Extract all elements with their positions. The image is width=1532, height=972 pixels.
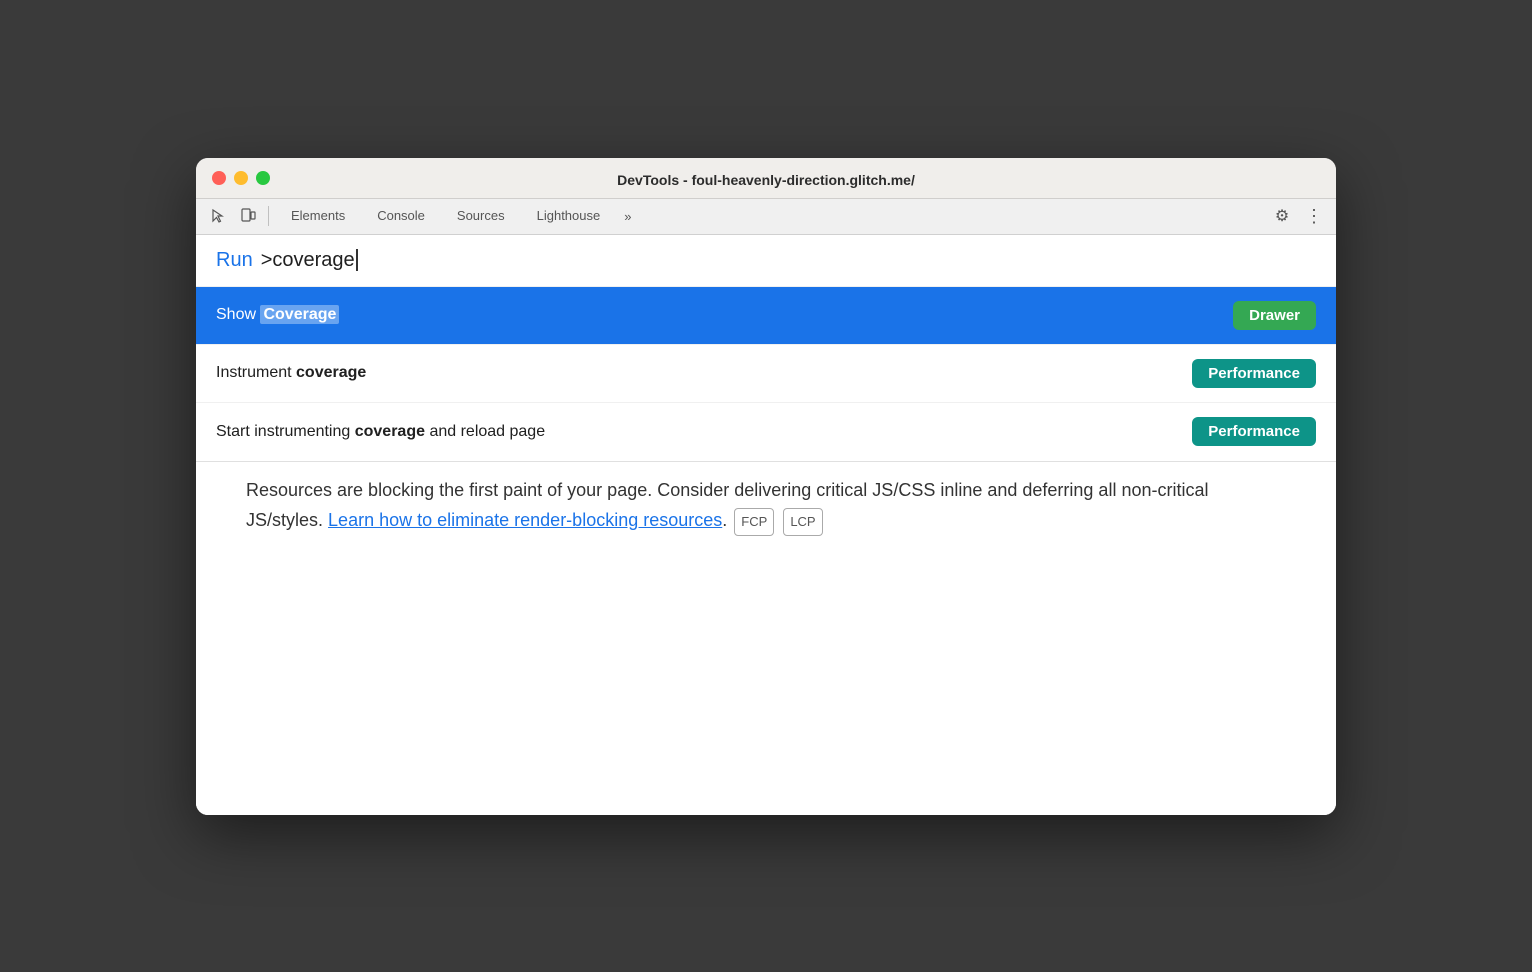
tag-lcp: LCP bbox=[783, 508, 822, 536]
suggestion-instrument-coverage[interactable]: Instrument coverage Performance bbox=[196, 345, 1336, 403]
title-bar: DevTools - foul-heavenly-direction.glitc… bbox=[196, 158, 1336, 199]
more-tabs-button[interactable]: » bbox=[616, 209, 639, 224]
command-input-row[interactable]: Run >coverage bbox=[196, 235, 1336, 287]
link-suffix: . bbox=[722, 510, 727, 530]
suggestion-text-show-coverage: Show Coverage bbox=[216, 306, 339, 324]
toolbar-divider bbox=[268, 206, 269, 226]
suggestion-highlight-3: coverage bbox=[355, 423, 425, 440]
command-input-value: >coverage bbox=[261, 249, 355, 271]
toolbar-actions: ⚙ ⋮ bbox=[1268, 202, 1328, 230]
toolbar: Elements Console Sources Lighthouse » ⚙ … bbox=[196, 199, 1336, 235]
suggestion-suffix-3: and reload page bbox=[425, 423, 545, 440]
tab-console[interactable]: Console bbox=[361, 202, 441, 231]
suggestion-list: Show Coverage Drawer Instrument coverage… bbox=[196, 287, 1336, 461]
tab-lighthouse[interactable]: Lighthouse bbox=[521, 202, 617, 231]
suggestion-text-start-instrument: Start instrumenting coverage and reload … bbox=[216, 423, 545, 441]
suggestion-prefix-3: Start instrumenting bbox=[216, 423, 355, 440]
settings-icon[interactable]: ⚙ bbox=[1268, 202, 1296, 230]
page-text: Resources are blocking the first paint o… bbox=[246, 475, 1286, 537]
learn-more-link[interactable]: Learn how to eliminate render-blocking r… bbox=[328, 510, 722, 530]
text-cursor bbox=[356, 249, 358, 271]
devtools-window: DevTools - foul-heavenly-direction.glitc… bbox=[196, 158, 1336, 815]
traffic-lights bbox=[212, 171, 270, 185]
minimize-button[interactable] bbox=[234, 171, 248, 185]
suggestion-show-coverage[interactable]: Show Coverage Drawer bbox=[196, 287, 1336, 345]
cursor-icon[interactable] bbox=[204, 202, 232, 230]
run-label: Run bbox=[216, 249, 253, 272]
command-input-text: >coverage bbox=[261, 249, 358, 272]
badge-performance-1[interactable]: Performance bbox=[1192, 359, 1316, 388]
close-button[interactable] bbox=[212, 171, 226, 185]
window-title: DevTools - foul-heavenly-direction.glitc… bbox=[617, 172, 915, 188]
suggestion-highlight-1: Coverage bbox=[260, 305, 339, 324]
suggestion-start-instrument-coverage[interactable]: Start instrumenting coverage and reload … bbox=[196, 403, 1336, 461]
badge-drawer[interactable]: Drawer bbox=[1233, 301, 1316, 330]
device-icon[interactable] bbox=[234, 202, 262, 230]
badge-performance-2[interactable]: Performance bbox=[1192, 417, 1316, 446]
tag-fcp: FCP bbox=[734, 508, 774, 536]
devtools-content: Elements Console Sources Lighthouse » ⚙ … bbox=[196, 199, 1336, 815]
maximize-button[interactable] bbox=[256, 171, 270, 185]
suggestion-text-instrument-coverage: Instrument coverage bbox=[216, 364, 366, 382]
menu-icon[interactable]: ⋮ bbox=[1300, 202, 1328, 230]
suggestion-prefix-2: Instrument bbox=[216, 364, 296, 381]
tab-elements[interactable]: Elements bbox=[275, 202, 361, 231]
main-area: Run >coverage Show Coverage Drawer bbox=[196, 235, 1336, 815]
suggestion-highlight-2: coverage bbox=[296, 364, 366, 381]
tab-sources[interactable]: Sources bbox=[441, 202, 521, 231]
command-palette: Run >coverage Show Coverage Drawer bbox=[196, 235, 1336, 462]
suggestion-prefix-1: Show bbox=[216, 306, 260, 323]
toolbar-tabs: Elements Console Sources Lighthouse » bbox=[275, 202, 770, 231]
